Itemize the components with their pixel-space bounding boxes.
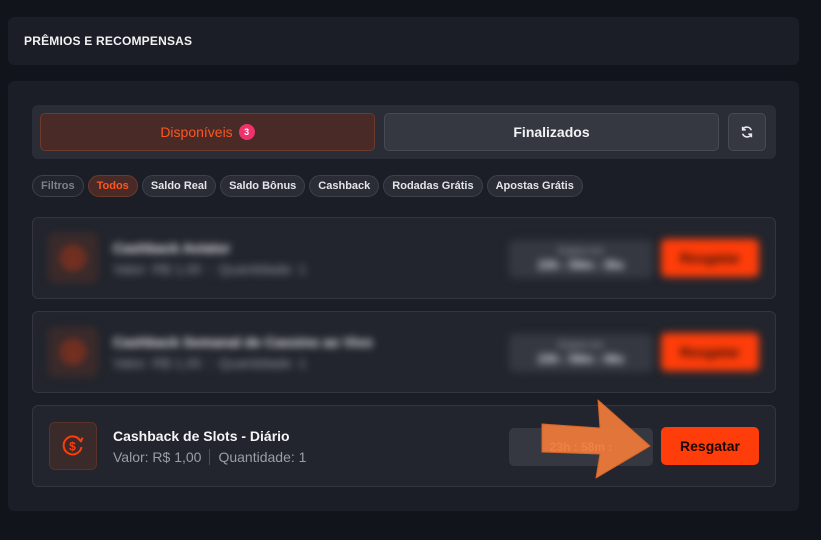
filter-bar: Filtros Todos Saldo Real Saldo Bônus Cas… bbox=[32, 175, 583, 197]
reward-quantity: Quantidade: 1 bbox=[218, 449, 307, 465]
reward-quantity: Quantidade: 1 bbox=[218, 355, 307, 371]
reward-meta: Valor: R$ 1,00 Quantidade: 1 bbox=[113, 449, 306, 465]
reward-card: $ Cashback Semanal de Cassino ao Vivo Va… bbox=[32, 311, 776, 393]
claim-button[interactable]: Resgatar bbox=[661, 427, 759, 465]
filter-chip-cashback[interactable]: Cashback bbox=[309, 175, 380, 197]
expiry-timer: Expira em 23h : 59m : 35s bbox=[509, 240, 653, 278]
tab-finished-label: Finalizados bbox=[513, 124, 590, 140]
meta-divider bbox=[209, 449, 211, 465]
meta-divider bbox=[209, 261, 211, 277]
refresh-icon bbox=[741, 126, 753, 138]
reward-card: $ Cashback Aviator Valor: R$ 1,00 Quanti… bbox=[32, 217, 776, 299]
reward-card: $ Cashback de Slots - Diário Valor: R$ 1… bbox=[32, 405, 776, 487]
filters-label: Filtros bbox=[32, 175, 84, 197]
claim-button[interactable]: Resgatar bbox=[661, 333, 759, 371]
filter-chip-todos[interactable]: Todos bbox=[87, 175, 138, 197]
cashback-coin-icon: $ bbox=[49, 234, 97, 282]
filter-chip-saldo-real[interactable]: Saldo Real bbox=[141, 175, 217, 197]
reward-title: Cashback de Slots - Diário bbox=[113, 428, 290, 444]
svg-text:$: $ bbox=[70, 252, 77, 266]
expiry-time: 23h : 58m : bbox=[549, 439, 613, 454]
reward-value: Valor: R$ 1,00 bbox=[113, 261, 202, 277]
claim-button[interactable]: Resgatar bbox=[661, 239, 759, 277]
expiry-label: Expira em bbox=[558, 339, 604, 351]
expiry-label: Expira em bbox=[558, 245, 604, 257]
page-header: PRÊMIOS E RECOMPENSAS bbox=[8, 17, 799, 65]
tab-available[interactable]: Disponíveis 3 bbox=[40, 113, 375, 151]
svg-text:$: $ bbox=[69, 440, 76, 454]
reward-title: Cashback Aviator bbox=[113, 240, 231, 256]
tab-finished[interactable]: Finalizados bbox=[384, 113, 719, 151]
expiry-timer: 23h : 58m : bbox=[509, 428, 653, 466]
reward-meta: Valor: R$ 1,00 Quantidade: 1 bbox=[113, 261, 306, 277]
expiry-timer: Expira em 23h : 59m : 06s bbox=[509, 334, 653, 372]
cashback-coin-icon: $ bbox=[49, 422, 97, 470]
reward-value: Valor: R$ 1,00 bbox=[113, 449, 202, 465]
rewards-panel: Disponíveis 3 Finalizados Filtros Todos … bbox=[8, 81, 799, 511]
tabs-bar: Disponíveis 3 Finalizados bbox=[32, 105, 776, 159]
reward-title: Cashback Semanal de Cassino ao Vivo bbox=[113, 334, 373, 350]
expiry-time: 23h : 59m : 06s bbox=[537, 351, 625, 366]
filter-chip-saldo-bonus[interactable]: Saldo Bônus bbox=[220, 175, 306, 197]
available-count-badge: 3 bbox=[238, 124, 255, 140]
tab-available-label: Disponíveis bbox=[160, 124, 233, 140]
expiry-time: 23h : 59m : 35s bbox=[537, 257, 625, 272]
meta-divider bbox=[209, 355, 211, 371]
reward-quantity: Quantidade: 1 bbox=[218, 261, 307, 277]
reward-meta: Valor: R$ 1,00 Quantidade: 1 bbox=[113, 355, 306, 371]
page-title: PRÊMIOS E RECOMPENSAS bbox=[24, 34, 193, 48]
refresh-button[interactable] bbox=[728, 113, 766, 151]
svg-text:$: $ bbox=[70, 346, 77, 360]
reward-value: Valor: R$ 1,00 bbox=[113, 355, 202, 371]
filter-chip-rodadas-gratis[interactable]: Rodadas Grátis bbox=[383, 175, 483, 197]
cashback-coin-icon: $ bbox=[49, 328, 97, 376]
filter-chip-apostas-gratis[interactable]: Apostas Grátis bbox=[486, 175, 583, 197]
